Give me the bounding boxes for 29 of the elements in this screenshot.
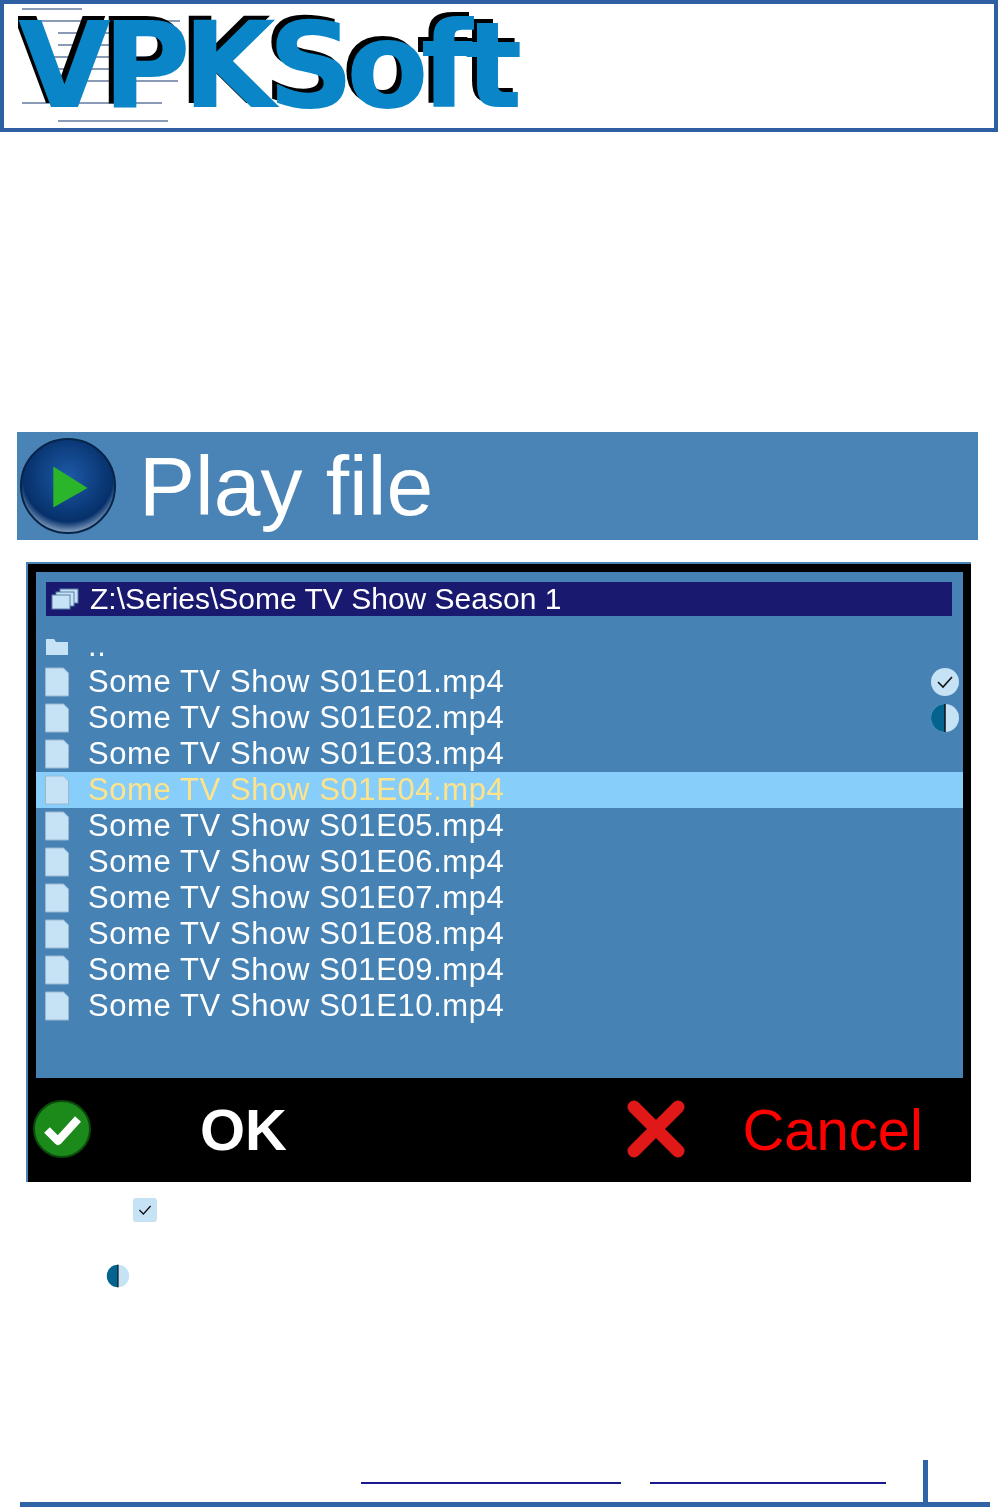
file-row[interactable]: Some TV Show S01E07.mp4 bbox=[36, 880, 963, 916]
file-row[interactable]: Some TV Show S01E03.mp4 bbox=[36, 736, 963, 772]
file-icon bbox=[42, 739, 72, 769]
file-icon bbox=[42, 775, 72, 805]
file-icon bbox=[42, 883, 72, 913]
play-icon bbox=[19, 437, 117, 535]
file-row[interactable]: Some TV Show S01E02.mp4 bbox=[36, 700, 963, 736]
check-icon bbox=[133, 1198, 157, 1222]
half-circle-icon bbox=[106, 1264, 130, 1288]
file-row[interactable]: Some TV Show S01E06.mp4 bbox=[36, 844, 963, 880]
ok-button[interactable]: OK bbox=[32, 1095, 287, 1163]
file-row[interactable]: Some TV Show S01E09.mp4 bbox=[36, 952, 963, 988]
file-row[interactable]: Some TV Show S01E10.mp4 bbox=[36, 988, 963, 1024]
file-row[interactable]: Some TV Show S01E08.mp4 bbox=[36, 916, 963, 952]
file-icon bbox=[42, 955, 72, 985]
file-row[interactable]: .. bbox=[36, 628, 963, 664]
cancel-button[interactable]: Cancel bbox=[626, 1095, 923, 1163]
folders-icon bbox=[50, 587, 80, 611]
file-row[interactable]: Some TV Show S01E01.mp4 bbox=[36, 664, 963, 700]
file-icon bbox=[42, 847, 72, 877]
file-icon bbox=[42, 919, 72, 949]
close-icon bbox=[626, 1099, 687, 1159]
file-icon bbox=[42, 991, 72, 1021]
check-icon bbox=[32, 1099, 92, 1159]
current-path: Z:\Series\Some TV Show Season 1 bbox=[90, 582, 562, 616]
file-icon bbox=[42, 811, 72, 841]
file-icon bbox=[42, 667, 72, 697]
file-icon bbox=[42, 703, 72, 733]
file-row[interactable]: Some TV Show S01E05.mp4 bbox=[36, 808, 963, 844]
